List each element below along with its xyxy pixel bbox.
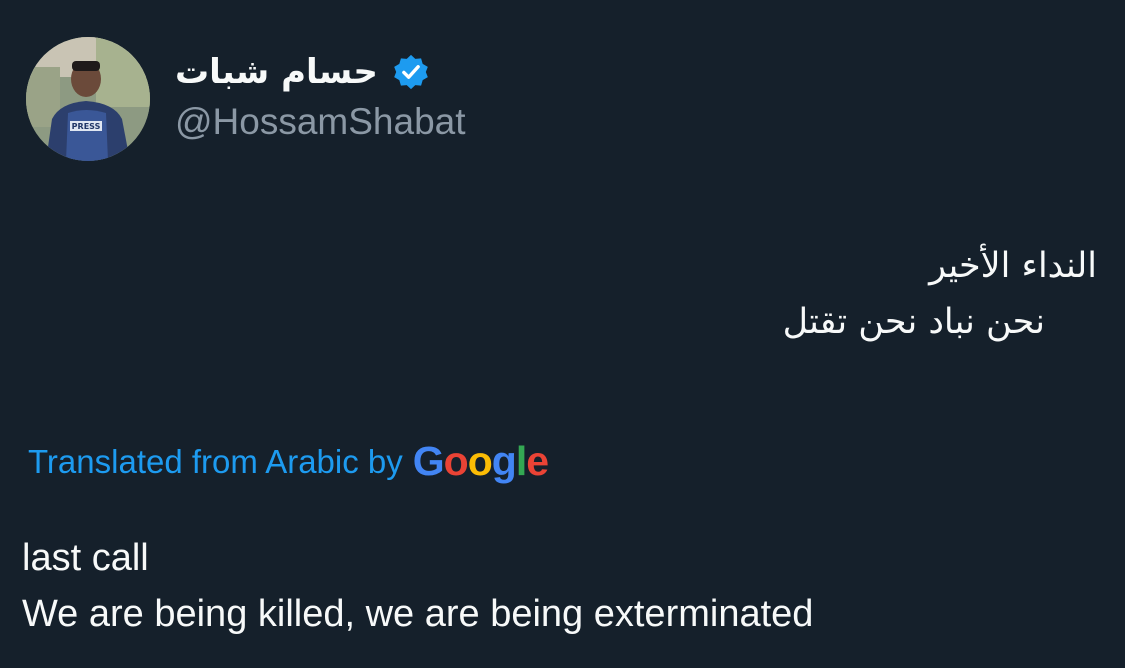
- verified-badge-icon: [394, 54, 428, 90]
- avatar-vest-text: PRESS: [72, 122, 101, 131]
- translation-attribution[interactable]: Translated from Arabic by Google: [28, 436, 549, 486]
- google-logo-letter: l: [515, 437, 527, 484]
- google-logo-letter: G: [412, 437, 445, 484]
- google-logo-letter: o: [443, 437, 469, 484]
- google-logo-letter: o: [467, 437, 493, 484]
- google-logo-letter: g: [491, 437, 517, 484]
- avatar-photo: PRESS: [26, 37, 150, 161]
- author-handle[interactable]: @HossamShabat: [175, 101, 466, 143]
- avatar[interactable]: PRESS: [26, 37, 150, 161]
- translation-label[interactable]: Translated from Arabic by: [28, 445, 403, 478]
- author-name-row[interactable]: حسام شبات: [175, 48, 430, 96]
- display-name[interactable]: حسام شبات: [175, 55, 378, 89]
- tweet-translated-text: last call We are being killed, we are be…: [22, 530, 813, 642]
- translated-line: We are being killed, we are being exterm…: [22, 593, 814, 635]
- original-line: النداء الأخير: [929, 246, 1097, 286]
- translated-line: last call: [22, 537, 149, 579]
- google-logo: Google: [412, 437, 549, 484]
- google-logo-letter: e: [526, 437, 549, 484]
- tweet-original-text: النداء الأخير نحن نباد نحن تقتل: [397, 238, 1097, 350]
- original-line: نحن نباد نحن تقتل: [782, 302, 1045, 342]
